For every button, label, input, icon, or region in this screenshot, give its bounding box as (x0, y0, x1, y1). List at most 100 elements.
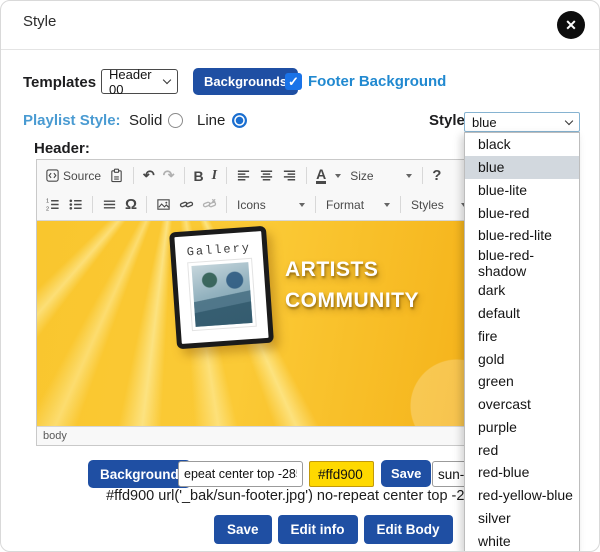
svg-text:2: 2 (46, 207, 49, 212)
backgrounds-button[interactable]: Backgrounds (193, 68, 298, 95)
header-divider (1, 49, 599, 50)
style-dropdown-option[interactable]: red-blue (465, 461, 579, 484)
toolbar-separator (226, 167, 227, 184)
style-dropdown-option[interactable]: fire (465, 324, 579, 347)
style-dropdown-option[interactable]: blue (465, 156, 579, 179)
background-button[interactable]: Background (88, 460, 191, 488)
special-char-button[interactable]: Ω (121, 194, 141, 215)
header-banner-heading: ARTISTS COMMUNITY (285, 254, 419, 316)
bullet-list-button[interactable] (64, 195, 87, 214)
style-dropdown-option[interactable]: blue-lite (465, 179, 579, 202)
templates-select-value: Header 00 (109, 67, 164, 97)
undo-icon: ↶ (143, 167, 155, 184)
playlist-style-label: Playlist Style: (23, 112, 121, 129)
style-dropdown-option[interactable]: blue-red (465, 201, 579, 224)
toolbar-separator (315, 196, 316, 213)
image-button[interactable] (152, 195, 175, 214)
source-button[interactable]: Source (41, 166, 105, 185)
style-dropdown-list: blackblueblue-liteblue-redblue-red-liteb… (464, 132, 580, 552)
link-button[interactable] (175, 195, 198, 214)
templates-select[interactable]: Header 00 (101, 69, 178, 94)
edit-info-button[interactable]: Edit info (278, 515, 358, 544)
footer-background-checkbox[interactable]: ✓ (285, 73, 302, 90)
styles-dropdown[interactable]: Styles (406, 196, 472, 214)
chevron-down-icon (565, 116, 573, 124)
caret-down-icon (384, 203, 390, 207)
bullet-list-icon (68, 197, 83, 212)
toolbar-separator (146, 196, 147, 213)
close-icon: ✕ (565, 17, 577, 34)
footer-background-label: Footer Background (308, 73, 446, 90)
toolbar-separator (92, 196, 93, 213)
numbered-list-button[interactable]: 12 (41, 195, 64, 214)
numbered-list-icon: 12 (45, 197, 60, 212)
toolbar-separator (226, 196, 227, 213)
style-dropdown-option[interactable]: blue-red-shadow (465, 247, 579, 279)
style-select[interactable]: blue (464, 112, 580, 132)
style-modal: Style ✕ Templates Header 00 Backgrounds … (0, 0, 600, 552)
unlink-button[interactable] (198, 195, 221, 214)
caret-down-icon (406, 174, 412, 178)
italic-button[interactable]: I (208, 166, 221, 186)
help-button[interactable]: ? (428, 165, 445, 186)
format-dropdown[interactable]: Format (321, 196, 395, 214)
check-icon: ✓ (288, 74, 299, 90)
save-button[interactable]: Save (214, 515, 272, 544)
text-color-button[interactable]: A (312, 166, 345, 186)
style-dropdown-option[interactable]: default (465, 302, 579, 325)
background-save-button[interactable]: Save (381, 460, 431, 487)
chevron-down-icon (163, 76, 171, 84)
style-dropdown-option[interactable]: green (465, 370, 579, 393)
style-dropdown-option[interactable]: gold (465, 347, 579, 370)
templates-label: Templates (23, 74, 96, 91)
image-icon (156, 197, 171, 212)
style-dropdown-option[interactable]: silver (465, 506, 579, 529)
style-dropdown-option[interactable]: black (465, 133, 579, 156)
horizontal-rule-button[interactable] (98, 195, 121, 214)
gallery-frame-image: Gallery (169, 226, 274, 349)
bold-button[interactable]: B (190, 166, 208, 186)
solid-radio[interactable] (168, 113, 183, 128)
align-left-button[interactable] (232, 166, 255, 185)
solid-radio-label: Solid (129, 112, 162, 129)
style-dropdown-option[interactable]: overcast (465, 393, 579, 416)
undo-button[interactable]: ↶ (139, 165, 159, 186)
background-color-input[interactable] (309, 461, 374, 487)
heading-line-1: ARTISTS (285, 254, 419, 285)
edit-body-button[interactable]: Edit Body (364, 515, 453, 544)
align-center-icon (259, 168, 274, 183)
redo-icon: ↷ (163, 167, 175, 184)
line-radio[interactable] (232, 113, 247, 128)
style-dropdown-option[interactable]: red-yellow-blue (465, 484, 579, 507)
toolbar-separator (133, 167, 134, 184)
icons-dropdown[interactable]: Icons (232, 196, 310, 214)
style-dropdown-option[interactable]: purple (465, 415, 579, 438)
caret-down-icon (299, 203, 305, 207)
paste-icon (109, 168, 124, 183)
toolbar-separator (400, 196, 401, 213)
footer-button-group: Save Edit info Edit Body (214, 515, 453, 544)
style-dropdown-option[interactable]: dark (465, 279, 579, 302)
caret-down-icon (335, 174, 341, 178)
background-position-input[interactable] (178, 461, 303, 487)
align-right-button[interactable] (278, 166, 301, 185)
align-left-icon (236, 168, 251, 183)
heading-line-2: COMMUNITY (285, 285, 419, 316)
header-section-label: Header: (34, 140, 90, 157)
toolbar-separator (306, 167, 307, 184)
unlink-icon (202, 197, 217, 212)
text-color-icon: A (316, 168, 326, 184)
style-dropdown-option[interactable]: blue-red-lite (465, 224, 579, 247)
align-center-button[interactable] (255, 166, 278, 185)
source-icon (45, 168, 60, 183)
redo-button[interactable]: ↷ (159, 165, 179, 186)
style-select-label: Style (429, 112, 465, 129)
close-button[interactable]: ✕ (557, 11, 585, 39)
size-dropdown[interactable]: Size (345, 167, 417, 185)
paste-button[interactable] (105, 166, 128, 185)
align-right-icon (282, 168, 297, 183)
element-path-body[interactable]: body (43, 430, 67, 442)
style-dropdown-option[interactable]: white (465, 529, 579, 552)
modal-title: Style (23, 13, 56, 30)
style-dropdown-option[interactable]: red (465, 438, 579, 461)
